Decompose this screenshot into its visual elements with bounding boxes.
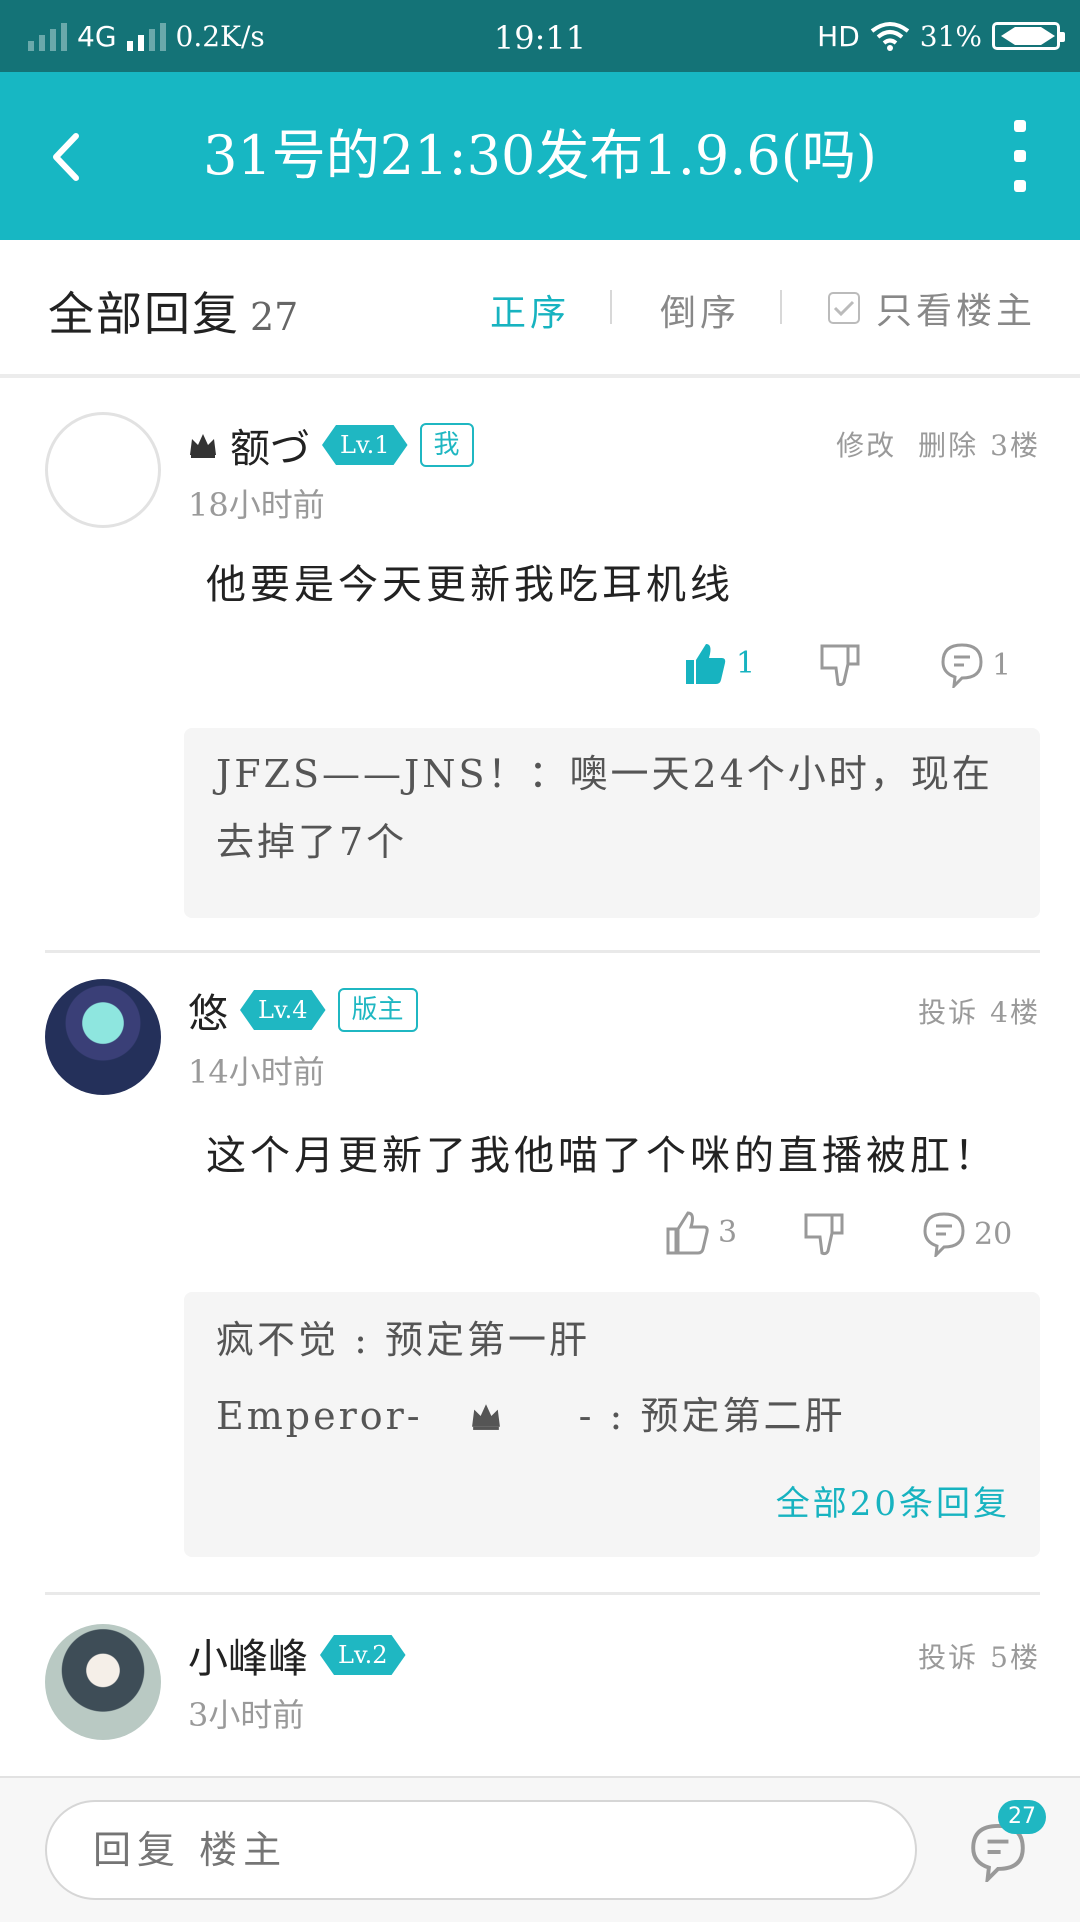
all-replies-heading: 全部回复 27	[48, 278, 298, 344]
username[interactable]: 悠	[188, 981, 228, 1039]
comment-bubble-icon	[923, 1212, 965, 1257]
all-replies-label: 全部回复	[48, 287, 240, 341]
comment-count-badge: 27	[998, 1800, 1046, 1834]
sub-reply-text: - : 预定第二肝	[578, 1394, 846, 1438]
more-dot-icon	[1014, 150, 1026, 162]
back-button[interactable]	[40, 122, 100, 192]
edit-button[interactable]: 修改	[836, 424, 896, 464]
like-count: 1	[736, 645, 756, 681]
page-title: 31号的21:30发布1.9.6(吗)	[203, 124, 877, 187]
more-dot-icon	[1014, 120, 1026, 132]
user-tag: 我	[419, 423, 474, 467]
sort-ascending-tab[interactable]: 正序	[490, 284, 570, 336]
battery-percent: 31%	[919, 19, 982, 53]
sub-reply: 疯不觉 : 预定第一肝	[216, 1318, 590, 1362]
reply-post: 小峰峰 Lv.2 3小时前 投诉 5楼	[0, 1598, 1080, 1776]
comment-count: 20	[974, 1216, 1013, 1252]
level-badge: Lv.2	[320, 1635, 406, 1675]
more-dot-icon	[1014, 180, 1026, 192]
post-content: 这个月更新了我他喵了个咪的直播被肛！	[206, 1133, 998, 1179]
thumbs-down-icon	[820, 644, 860, 687]
checkbox-icon[interactable]	[828, 292, 860, 324]
post-actions: 投诉 5楼	[918, 1636, 1040, 1676]
more-menu-button[interactable]	[1000, 120, 1040, 192]
status-bar: 4G 0.2K/s 19:11 HD 31%	[0, 0, 1080, 72]
network-type: 4G	[77, 19, 117, 53]
report-button[interactable]: 投诉	[918, 991, 978, 1031]
floor-number: 3楼	[990, 429, 1040, 462]
divider	[45, 950, 1040, 953]
app-header: 31号的21:30发布1.9.6(吗)	[0, 72, 1080, 240]
dislike-button[interactable]	[818, 642, 864, 688]
only-op-label: 只看楼主	[876, 291, 1037, 332]
thumbs-up-filled-icon	[686, 644, 726, 684]
comment-count: 1	[992, 647, 1012, 683]
comment-button[interactable]: 20	[922, 1211, 1012, 1257]
report-button[interactable]: 投诉	[918, 1636, 978, 1676]
divider	[610, 290, 612, 324]
thumbs-up-icon	[666, 1211, 709, 1255]
sub-reply-author: Emperor-	[216, 1394, 423, 1438]
post-time: 18小时前	[188, 486, 325, 524]
post-content: 他要是今天更新我吃耳机线	[206, 562, 734, 608]
avatar[interactable]	[45, 1624, 161, 1740]
sub-reply: Emperor- - : 预定第二肝	[216, 1382, 845, 1450]
thumbs-down-icon	[804, 1213, 844, 1256]
sub-replies[interactable]: JFZS——JNS！：噢一天24个小时，现在去掉了7个	[184, 728, 1040, 918]
hd-indicator: HD	[817, 19, 860, 53]
level-badge: Lv.1	[322, 425, 408, 465]
user-info: 额づ Lv.1 我	[188, 416, 474, 474]
sub-replies[interactable]: 疯不觉 : 预定第一肝 Emperor- - : 预定第二肝 全部20条回复	[184, 1292, 1040, 1557]
network-speed: 0.2K/s	[175, 19, 265, 53]
username[interactable]: 小峰峰	[188, 1626, 308, 1684]
user-tag: 版主	[337, 988, 418, 1032]
reply-input[interactable]	[45, 1800, 917, 1900]
crown-icon	[471, 1404, 500, 1430]
floor-number: 4楼	[990, 996, 1040, 1029]
floor-number: 5楼	[990, 1641, 1040, 1674]
delete-button[interactable]: 删除	[918, 424, 978, 464]
reply-post: 额づ Lv.1 我 18小时前 修改 删除 3楼 他要是今天更新我吃耳机线 1 …	[0, 380, 1080, 950]
signal-icon	[28, 21, 67, 51]
like-count: 3	[718, 1214, 738, 1250]
wifi-icon	[870, 22, 909, 51]
level-badge: Lv.4	[240, 990, 326, 1030]
sort-bar: 全部回复 27 正序 倒序 只看楼主	[0, 240, 1080, 378]
chevron-left-icon	[53, 133, 79, 181]
reply-post: 悠 Lv.4 版主 14小时前 投诉 4楼 这个月更新了我他喵了个咪的直播被肛！…	[0, 955, 1080, 1585]
comment-button[interactable]: 1	[940, 642, 1011, 688]
reply-bar: 27	[0, 1776, 1080, 1922]
divider	[780, 290, 782, 324]
user-info: 小峰峰 Lv.2	[188, 1626, 406, 1684]
only-op-toggle[interactable]: 只看楼主	[828, 282, 1036, 334]
username[interactable]: 额づ	[230, 416, 310, 474]
crown-icon	[190, 434, 216, 458]
like-button[interactable]: 3	[664, 1209, 737, 1255]
like-button[interactable]: 1	[682, 640, 755, 686]
comment-bubble-icon	[941, 643, 983, 688]
avatar[interactable]	[45, 412, 161, 528]
post-time: 14小时前	[188, 1053, 325, 1091]
battery-icon	[992, 22, 1065, 50]
view-all-replies-link[interactable]: 全部20条回复	[776, 1476, 1010, 1525]
post-actions: 修改 删除 3楼	[836, 424, 1040, 464]
sub-reply: JFZS——JNS！：噢一天24个小时，现在去掉了7个	[216, 752, 993, 864]
dislike-button[interactable]	[802, 1211, 848, 1257]
reply-count: 27	[250, 295, 299, 339]
sort-descending-tab[interactable]: 倒序	[660, 284, 740, 336]
signal-icon	[126, 21, 166, 51]
post-time: 3小时前	[188, 1696, 305, 1734]
user-info: 悠 Lv.4 版主	[188, 981, 418, 1039]
avatar[interactable]	[45, 979, 161, 1095]
divider	[45, 1592, 1040, 1595]
post-actions: 投诉 4楼	[918, 991, 1040, 1031]
